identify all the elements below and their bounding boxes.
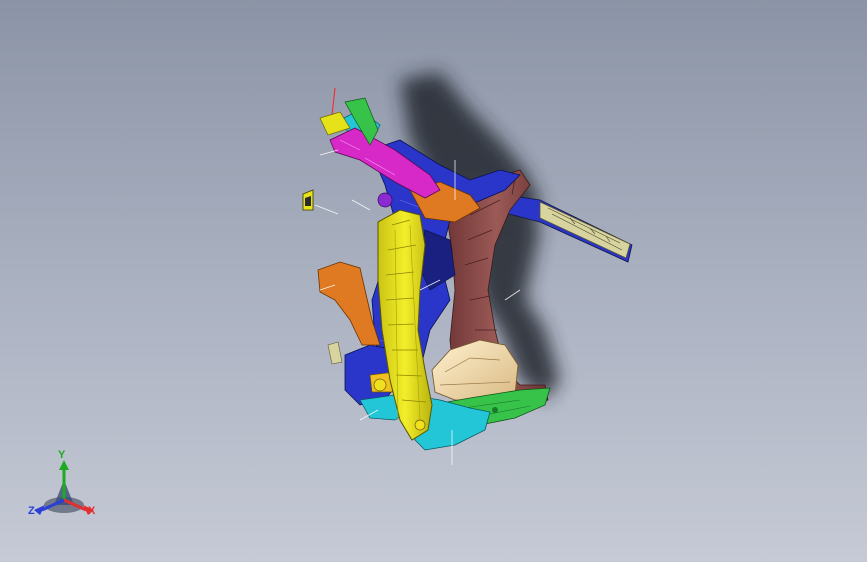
orientation-triad[interactable]: Y X Z: [28, 450, 103, 525]
triad-z-label: Z: [28, 505, 35, 517]
small-clip-part[interactable]: [302, 189, 314, 211]
triad-x-label: X: [88, 505, 96, 517]
cad-3d-viewport[interactable]: Y X Z: [0, 0, 867, 562]
triad-y-label: Y: [58, 449, 66, 461]
red-axis-indicator: [331, 87, 336, 116]
car-body-assembly-model[interactable]: [0, 0, 867, 562]
